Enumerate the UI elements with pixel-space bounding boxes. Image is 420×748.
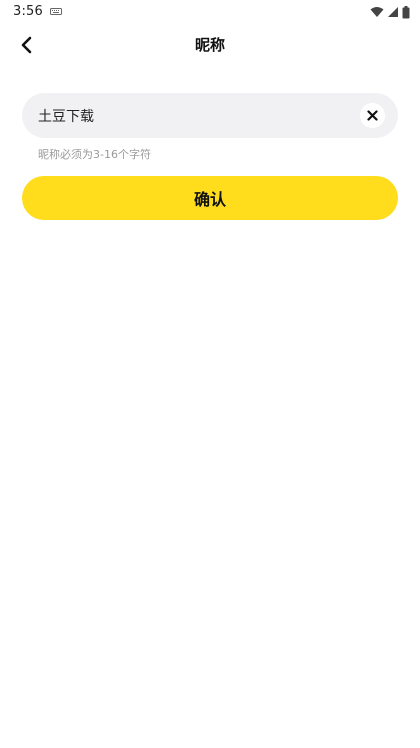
confirm-button[interactable]: 确认 xyxy=(22,176,398,220)
nickname-input[interactable] xyxy=(38,93,358,138)
status-bar: 3:56 xyxy=(0,0,420,24)
status-time: 3:56 xyxy=(13,4,43,19)
battery-icon xyxy=(402,5,410,18)
nickname-field xyxy=(22,93,398,138)
status-icons xyxy=(370,5,410,19)
keyboard-icon xyxy=(50,8,62,15)
signal-icon xyxy=(388,7,398,17)
wifi-icon xyxy=(370,7,384,17)
page-title: 昵称 xyxy=(194,36,225,54)
close-icon xyxy=(367,110,378,121)
nickname-hint: 昵称必须为3-16个字符 xyxy=(38,148,151,161)
clear-input-button[interactable] xyxy=(360,103,385,128)
nickname-screen: 3:56 昵称 土豆下载 昵称必须为3-16个字符 确认 xyxy=(0,0,420,748)
